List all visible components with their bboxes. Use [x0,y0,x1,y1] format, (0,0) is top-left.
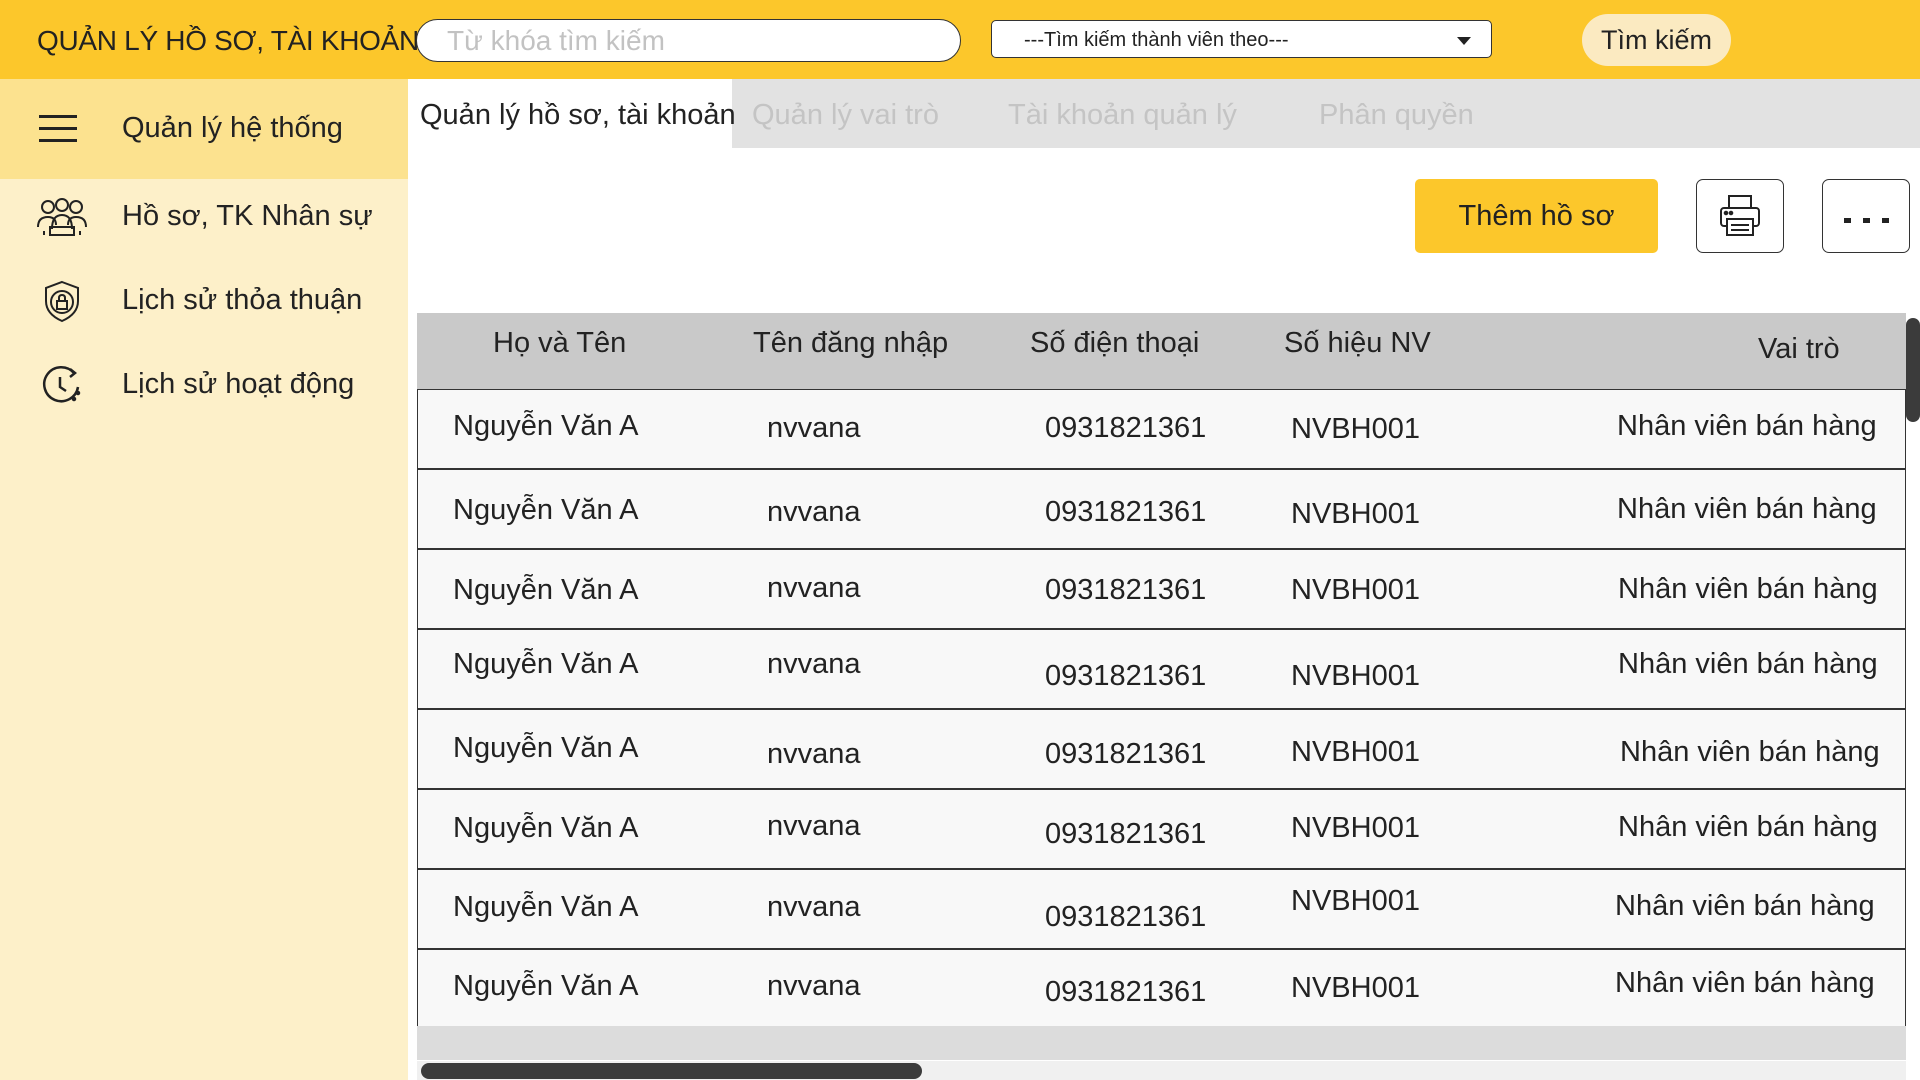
table-row[interactable]: Nguyễn Văn A nvvana 0931821361 NVBH001 N… [417,789,1906,869]
table-row[interactable]: Nguyễn Văn A nvvana 0931821361 NVBH001 N… [417,709,1906,789]
cell-username: nvvana [767,891,861,923]
print-button[interactable] [1696,179,1784,253]
cell-username: nvvana [767,572,861,604]
column-header-phone: Số điện thoại [1030,327,1200,359]
tab-admin-accounts[interactable]: Tài khoản quản lý [1008,79,1237,148]
sidebar-item-label: Lịch sử thỏa thuận [122,284,363,316]
search-button[interactable]: Tìm kiếm [1582,14,1731,66]
sidebar-item-label: Quản lý hệ thống [122,112,343,144]
search-box[interactable] [416,19,961,62]
cell-phone: 0931821361 [1045,901,1207,933]
cell-username: nvvana [767,648,861,680]
table-row[interactable]: Nguyễn Văn A nvvana 0931821361 NVBH001 N… [417,629,1906,709]
sidebar-item-system-management[interactable]: Quản lý hệ thống [0,79,408,179]
cell-employee-id: NVBH001 [1291,413,1420,445]
cell-full-name: Nguyễn Văn A [453,812,639,844]
tab-role-management[interactable]: Quản lý vai trò [752,79,939,148]
table-row[interactable]: Nguyễn Văn A nvvana 0931821361 NVBH001 N… [417,949,1906,1029]
more-options-icon [1844,213,1890,223]
cell-full-name: Nguyễn Văn A [453,732,639,764]
sidebar-item-label: Hồ sơ, TK Nhân sự [122,200,373,232]
column-header-employee-id: Số hiệu NV [1284,327,1431,359]
table-row[interactable]: Nguyễn Văn A nvvana 0931821361 NVBH001 N… [417,469,1906,549]
vertical-scrollbar-thumb[interactable] [1906,318,1920,422]
cell-username: nvvana [767,738,861,770]
cell-phone: 0931821361 [1045,660,1207,692]
sidebar: Quản lý hệ thống Hồ sơ, TK Nhân sự Lịch … [0,79,408,1080]
cell-phone: 0931821361 [1045,574,1207,606]
cell-full-name: Nguyễn Văn A [453,648,639,680]
member-select-value: ---Tìm kiếm thành viên theo--- [1024,29,1289,51]
member-search-select[interactable]: ---Tìm kiếm thành viên theo--- [991,20,1492,58]
cell-phone: 0931821361 [1045,818,1207,850]
cell-role: Nhân viên bán hàng [1615,890,1875,922]
table-header: Họ và Tên Tên đăng nhập Số điện thoại Số… [417,313,1906,389]
table-row[interactable]: Nguyễn Văn A nvvana 0931821361 NVBH001 N… [417,869,1906,949]
cell-full-name: Nguyễn Văn A [453,574,639,606]
cell-username: nvvana [767,496,861,528]
history-clock-icon [36,363,88,407]
cell-role: Nhân viên bán hàng [1618,648,1878,680]
cell-full-name: Nguyễn Văn A [453,410,639,442]
cell-employee-id: NVBH001 [1291,885,1420,917]
cell-phone: 0931821361 [1045,496,1207,528]
cell-employee-id: NVBH001 [1291,660,1420,692]
cell-employee-id: NVBH001 [1291,972,1420,1004]
cell-username: nvvana [767,412,861,444]
cell-full-name: Nguyễn Văn A [453,494,639,526]
shield-lock-icon [36,279,88,323]
cell-role: Nhân viên bán hàng [1615,967,1875,999]
column-header-username: Tên đăng nhập [753,327,949,359]
cell-phone: 0931821361 [1045,738,1207,770]
cell-employee-id: NVBH001 [1291,812,1420,844]
table-row[interactable]: Nguyễn Văn A nvvana 0931821361 NVBH001 N… [417,389,1906,469]
table-row[interactable]: Nguyễn Văn A nvvana 0931821361 NVBH001 N… [417,549,1906,629]
tab-profile-account-management[interactable]: Quản lý hồ sơ, tài khoản [408,79,736,148]
table-footer-strip [417,1026,1906,1060]
column-header-full-name: Họ và Tên [493,327,627,359]
cell-role: Nhân viên bán hàng [1617,493,1877,525]
staff-group-icon [36,195,88,239]
cell-username: nvvana [767,810,861,842]
cell-employee-id: NVBH001 [1291,498,1420,530]
cell-role: Nhân viên bán hàng [1618,573,1878,605]
cell-phone: 0931821361 [1045,976,1207,1008]
tab-bar: Quản lý hồ sơ, tài khoản Quản lý vai trò… [408,79,1920,148]
cell-phone: 0931821361 [1045,412,1207,444]
cell-employee-id: NVBH001 [1291,574,1420,606]
tab-permissions[interactable]: Phân quyền [1319,79,1474,148]
hamburger-menu-icon [36,107,88,151]
sidebar-item-label: Lịch sử hoạt động [122,368,355,400]
profile-table: Họ và Tên Tên đăng nhập Số điện thoại Số… [417,313,1906,1080]
cell-full-name: Nguyễn Văn A [453,891,639,923]
dropdown-caret-icon [1457,37,1471,45]
cell-username: nvvana [767,970,861,1002]
column-header-role: Vai trò [1758,333,1840,365]
cell-role: Nhân viên bán hàng [1617,410,1877,442]
sidebar-item-activity-history[interactable]: Lịch sử hoạt động [0,335,408,435]
search-input[interactable] [417,20,960,61]
cell-role: Nhân viên bán hàng [1620,736,1880,768]
app-title: QUẢN LÝ HỒ SƠ, TÀI KHOẢN [37,25,419,56]
horizontal-scrollbar-thumb[interactable] [421,1063,922,1079]
top-header: QUẢN LÝ HỒ SƠ, TÀI KHOẢN ---Tìm kiếm thà… [0,0,1920,79]
cell-full-name: Nguyễn Văn A [453,970,639,1002]
cell-role: Nhân viên bán hàng [1618,811,1878,843]
cell-employee-id: NVBH001 [1291,736,1420,768]
more-options-button[interactable] [1822,179,1910,253]
add-profile-button[interactable]: Thêm hồ sơ [1415,179,1658,253]
